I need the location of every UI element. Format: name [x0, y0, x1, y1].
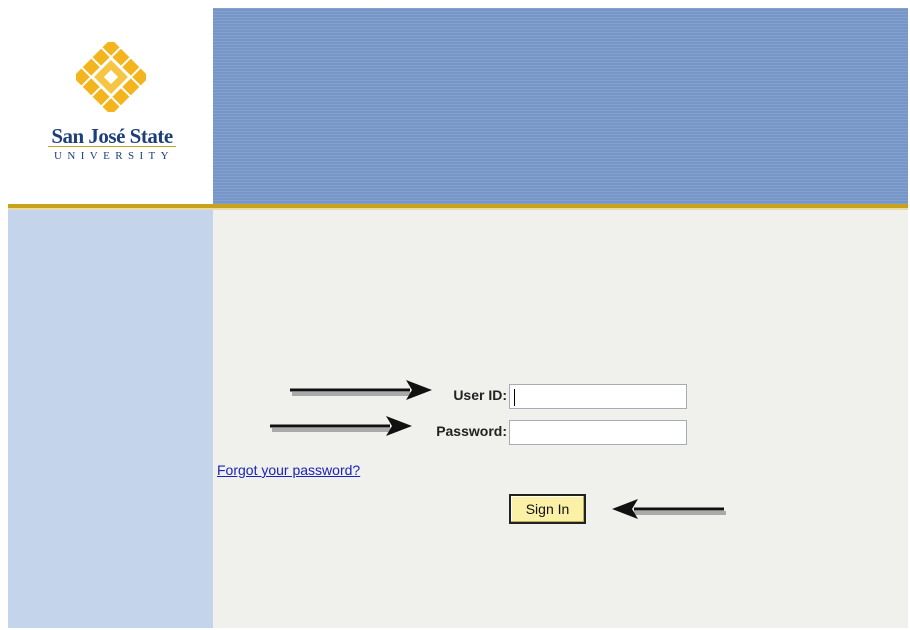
sign-in-button[interactable]: Sign In — [509, 494, 586, 524]
header-banner — [213, 8, 908, 204]
logo-divider — [48, 146, 176, 147]
forgot-password-link[interactable]: Forgot your password? — [217, 462, 360, 478]
university-subtitle: UNIVERSITY — [54, 150, 174, 162]
login-panel: User ID: Password: Forgot your password?… — [213, 210, 908, 628]
sjsu-emblem-icon — [76, 42, 146, 112]
logo-area: San José State UNIVERSITY — [8, 8, 212, 204]
university-logo[interactable]: San José State UNIVERSITY — [42, 42, 182, 182]
password-input[interactable] — [509, 420, 687, 445]
page-frame: San José State UNIVERSITY User ID: Passw… — [8, 8, 908, 628]
user-id-input[interactable] — [509, 384, 687, 409]
password-label: Password: — [436, 423, 507, 439]
text-cursor — [514, 389, 515, 406]
arrow-right-icon — [270, 416, 412, 436]
user-id-label: User ID: — [453, 387, 507, 403]
arrow-right-icon — [290, 380, 432, 400]
left-sidebar — [8, 210, 213, 628]
arrow-left-icon — [612, 499, 726, 519]
